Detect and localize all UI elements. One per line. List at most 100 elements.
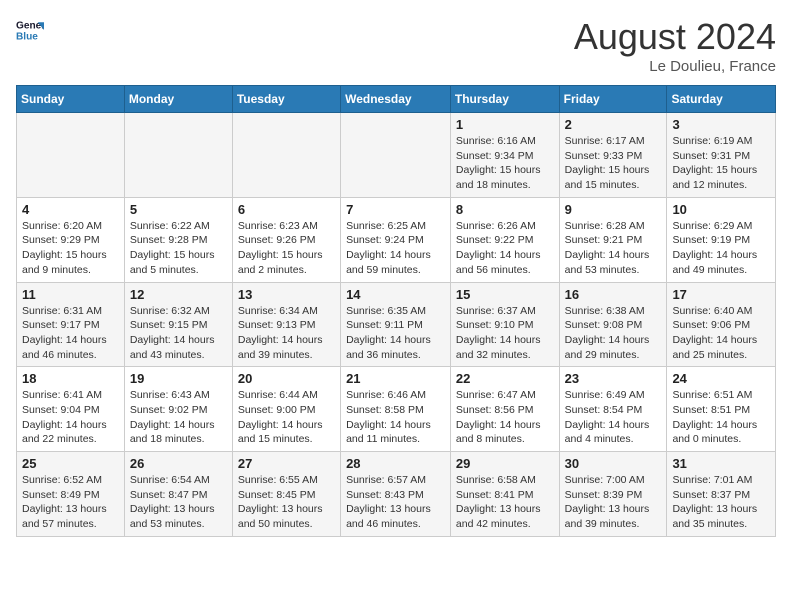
day-detail: Sunrise: 6:19 AMSunset: 9:31 PMDaylight:… [672, 134, 770, 193]
day-number: 24 [672, 371, 770, 386]
day-cell: 16 Sunrise: 6:38 AMSunset: 9:08 PMDayligh… [559, 282, 667, 367]
day-detail: Sunrise: 6:20 AMSunset: 9:29 PMDaylight:… [22, 219, 119, 278]
day-detail: Sunrise: 6:29 AMSunset: 9:19 PMDaylight:… [672, 219, 770, 278]
day-number: 7 [346, 202, 445, 217]
day-cell: 23 Sunrise: 6:49 AMSunset: 8:54 PMDayligh… [559, 367, 667, 452]
day-detail: Sunrise: 6:31 AMSunset: 9:17 PMDaylight:… [22, 304, 119, 363]
day-detail: Sunrise: 7:00 AMSunset: 8:39 PMDaylight:… [565, 473, 662, 532]
day-cell: 31 Sunrise: 7:01 AMSunset: 8:37 PMDayligh… [667, 452, 776, 537]
day-number: 14 [346, 287, 445, 302]
day-cell: 3 Sunrise: 6:19 AMSunset: 9:31 PMDaylight… [667, 113, 776, 198]
day-cell: 30 Sunrise: 7:00 AMSunset: 8:39 PMDayligh… [559, 452, 667, 537]
day-cell [341, 113, 451, 198]
day-cell: 10 Sunrise: 6:29 AMSunset: 9:19 PMDayligh… [667, 197, 776, 282]
day-detail: Sunrise: 6:26 AMSunset: 9:22 PMDaylight:… [456, 219, 554, 278]
day-cell [124, 113, 232, 198]
day-cell: 18Sunrise: 6:41 AMSunset: 9:04 PMDayligh… [17, 367, 125, 452]
day-cell: 19Sunrise: 6:43 AMSunset: 9:02 PMDayligh… [124, 367, 232, 452]
day-cell: 14 Sunrise: 6:35 AMSunset: 9:11 PMDayligh… [341, 282, 451, 367]
day-cell: 4 Sunrise: 6:20 AMSunset: 9:29 PMDaylight… [17, 197, 125, 282]
day-cell: 12 Sunrise: 6:32 AMSunset: 9:15 PMDayligh… [124, 282, 232, 367]
day-detail: Sunrise: 6:25 AMSunset: 9:24 PMDaylight:… [346, 219, 445, 278]
day-cell: 8 Sunrise: 6:26 AMSunset: 9:22 PMDaylight… [450, 197, 559, 282]
day-cell: 11 Sunrise: 6:31 AMSunset: 9:17 PMDayligh… [17, 282, 125, 367]
col-header-sunday: Sunday [17, 86, 125, 113]
week-row-1: 1Sunrise: 6:16 AMSunset: 9:34 PMDaylight… [17, 113, 776, 198]
logo: General Blue [16, 16, 44, 44]
day-number: 23 [565, 371, 662, 386]
day-detail: Sunrise: 6:46 AMSunset: 8:58 PMDaylight:… [346, 388, 445, 447]
day-cell: 26 Sunrise: 6:54 AMSunset: 8:47 PMDayligh… [124, 452, 232, 537]
day-number: 28 [346, 456, 445, 471]
day-number: 17 [672, 287, 770, 302]
day-cell: 13Sunrise: 6:34 AMSunset: 9:13 PMDayligh… [232, 282, 340, 367]
day-number: 10 [672, 202, 770, 217]
day-cell [17, 113, 125, 198]
col-header-thursday: Thursday [450, 86, 559, 113]
day-detail: Sunrise: 6:28 AMSunset: 9:21 PMDaylight:… [565, 219, 662, 278]
day-cell: 5 Sunrise: 6:22 AMSunset: 9:28 PMDaylight… [124, 197, 232, 282]
day-detail: Sunrise: 6:32 AMSunset: 9:15 PMDaylight:… [130, 304, 227, 363]
day-number: 21 [346, 371, 445, 386]
day-number: 15 [456, 287, 554, 302]
day-cell: 6Sunrise: 6:23 AMSunset: 9:26 PMDaylight… [232, 197, 340, 282]
day-detail: Sunrise: 6:35 AMSunset: 9:11 PMDaylight:… [346, 304, 445, 363]
day-cell: 29 Sunrise: 6:58 AMSunset: 8:41 PMDayligh… [450, 452, 559, 537]
col-header-tuesday: Tuesday [232, 86, 340, 113]
col-header-saturday: Saturday [667, 86, 776, 113]
month-title: August 2024 [574, 16, 776, 58]
title-block: August 2024 Le Doulieu, France [574, 16, 776, 75]
svg-text:General: General [16, 20, 44, 31]
day-number: 2 [565, 117, 662, 132]
col-header-wednesday: Wednesday [341, 86, 451, 113]
location: Le Doulieu, France [574, 58, 776, 75]
day-cell: 22 Sunrise: 6:47 AMSunset: 8:56 PMDayligh… [450, 367, 559, 452]
header-row: SundayMondayTuesdayWednesdayThursdayFrid… [17, 86, 776, 113]
day-number: 22 [456, 371, 554, 386]
svg-text:Blue: Blue [16, 31, 38, 42]
day-cell: 9Sunrise: 6:28 AMSunset: 9:21 PMDaylight… [559, 197, 667, 282]
week-row-3: 11 Sunrise: 6:31 AMSunset: 9:17 PMDayligh… [17, 282, 776, 367]
day-detail: Sunrise: 6:23 AMSunset: 9:26 PMDaylight:… [238, 219, 335, 278]
day-number: 27 [238, 456, 335, 471]
day-number: 5 [130, 202, 227, 217]
day-cell: 27Sunrise: 6:55 AMSunset: 8:45 PMDayligh… [232, 452, 340, 537]
day-detail: Sunrise: 6:58 AMSunset: 8:41 PMDaylight:… [456, 473, 554, 532]
day-cell: 15 Sunrise: 6:37 AMSunset: 9:10 PMDayligh… [450, 282, 559, 367]
day-number: 1 [456, 117, 554, 132]
day-detail: Sunrise: 6:17 AMSunset: 9:33 PMDaylight:… [565, 134, 662, 193]
day-number: 12 [130, 287, 227, 302]
page-header: General Blue August 2024 Le Doulieu, Fra… [16, 16, 776, 75]
day-number: 3 [672, 117, 770, 132]
day-number: 16 [565, 287, 662, 302]
day-number: 11 [22, 287, 119, 302]
day-detail: Sunrise: 6:44 AMSunset: 9:00 PMDaylight:… [238, 388, 335, 447]
day-number: 30 [565, 456, 662, 471]
day-detail: Sunrise: 6:40 AMSunset: 9:06 PMDaylight:… [672, 304, 770, 363]
col-header-friday: Friday [559, 86, 667, 113]
day-detail: Sunrise: 6:43 AMSunset: 9:02 PMDaylight:… [130, 388, 227, 447]
day-number: 4 [22, 202, 119, 217]
week-row-5: 25Sunrise: 6:52 AMSunset: 8:49 PMDayligh… [17, 452, 776, 537]
day-number: 26 [130, 456, 227, 471]
day-number: 20 [238, 371, 335, 386]
day-cell: 21 Sunrise: 6:46 AMSunset: 8:58 PMDayligh… [341, 367, 451, 452]
day-detail: Sunrise: 6:34 AMSunset: 9:13 PMDaylight:… [238, 304, 335, 363]
day-detail: Sunrise: 6:22 AMSunset: 9:28 PMDaylight:… [130, 219, 227, 278]
day-cell: 1Sunrise: 6:16 AMSunset: 9:34 PMDaylight… [450, 113, 559, 198]
day-cell: 28Sunrise: 6:57 AMSunset: 8:43 PMDayligh… [341, 452, 451, 537]
day-detail: Sunrise: 6:49 AMSunset: 8:54 PMDaylight:… [565, 388, 662, 447]
day-detail: Sunrise: 6:37 AMSunset: 9:10 PMDaylight:… [456, 304, 554, 363]
week-row-4: 18Sunrise: 6:41 AMSunset: 9:04 PMDayligh… [17, 367, 776, 452]
day-detail: Sunrise: 6:54 AMSunset: 8:47 PMDaylight:… [130, 473, 227, 532]
day-number: 31 [672, 456, 770, 471]
day-detail: Sunrise: 6:38 AMSunset: 9:08 PMDaylight:… [565, 304, 662, 363]
day-detail: Sunrise: 6:41 AMSunset: 9:04 PMDaylight:… [22, 388, 119, 447]
day-number: 29 [456, 456, 554, 471]
day-detail: Sunrise: 7:01 AMSunset: 8:37 PMDaylight:… [672, 473, 770, 532]
logo-icon: General Blue [16, 16, 44, 44]
day-number: 25 [22, 456, 119, 471]
day-detail: Sunrise: 6:47 AMSunset: 8:56 PMDaylight:… [456, 388, 554, 447]
day-number: 8 [456, 202, 554, 217]
day-cell: 24Sunrise: 6:51 AMSunset: 8:51 PMDayligh… [667, 367, 776, 452]
